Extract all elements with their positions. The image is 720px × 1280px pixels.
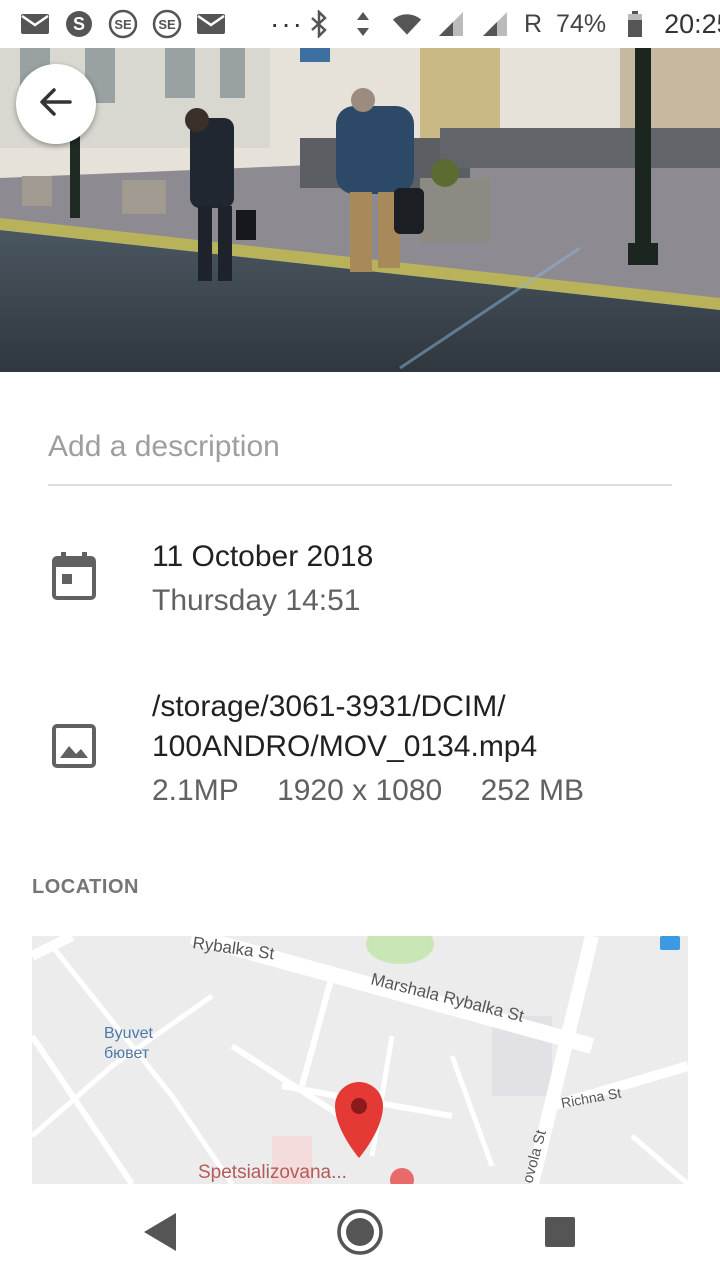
file-info-row: /storage/3061-3931/DCIM/ 100ANDRO/MOV_01… [0,686,720,814]
date-text: 11 October 2018 [152,540,374,573]
file-size: 252 MB [480,774,584,807]
clock: 20:25 [664,8,720,39]
map-label-poi: Byuvet [104,1025,153,1042]
map-label-place: Spetsializovana... [198,1162,347,1183]
image-icon [52,724,96,772]
signal-icon [436,11,466,37]
gmail-icon [20,11,50,37]
location-map[interactable]: Rybalka St Marshala Rybalka St Byuvet бю… [32,936,688,1184]
date-info-row: 11 October 2018 Thursday 14:51 [0,536,720,626]
location-label: LOCATION [32,876,139,898]
svg-text:SE: SE [114,17,132,32]
arrow-back-icon [38,84,74,125]
overflow-indicator: ··· [270,8,304,39]
signal-icon [480,11,510,37]
nav-home-icon[interactable] [334,1206,386,1258]
wifi-icon [392,11,422,37]
roaming-indicator: R [523,9,543,38]
battery-percent: 74% [556,9,607,38]
megapixels: 2.1MP [152,774,239,807]
svg-text:SE: SE [158,17,176,32]
svg-text:S: S [73,14,85,34]
data-transfer-icon [348,11,378,37]
map-label-poi-local: бювет [104,1045,150,1062]
battery-icon [620,11,650,37]
back-button[interactable] [16,64,96,144]
bluetooth-icon [304,10,334,38]
day-time-text: Thursday 14:51 [152,584,361,617]
se-app-icon: SE [108,9,138,39]
photo-preview[interactable] [0,48,720,372]
status-bar: S SE SE ··· R 74% 20:2 [0,0,720,48]
gmail-icon [196,11,226,37]
skype-icon: S [64,11,94,37]
nav-back-icon[interactable] [134,1206,186,1258]
calendar-icon [52,552,96,600]
description-input[interactable] [48,410,672,486]
se-app-icon: SE [152,9,182,39]
resolution: 1920 x 1080 [277,774,443,807]
navigation-bar [0,1184,720,1280]
file-path-line1: /storage/3061-3931/DCIM/ [152,690,506,723]
file-path-line2: 100ANDRO/MOV_0134.mp4 [152,730,538,763]
nav-recents-icon[interactable] [534,1206,586,1258]
file-meta: 2.1MP 1920 x 1080 252 MB [152,770,614,812]
